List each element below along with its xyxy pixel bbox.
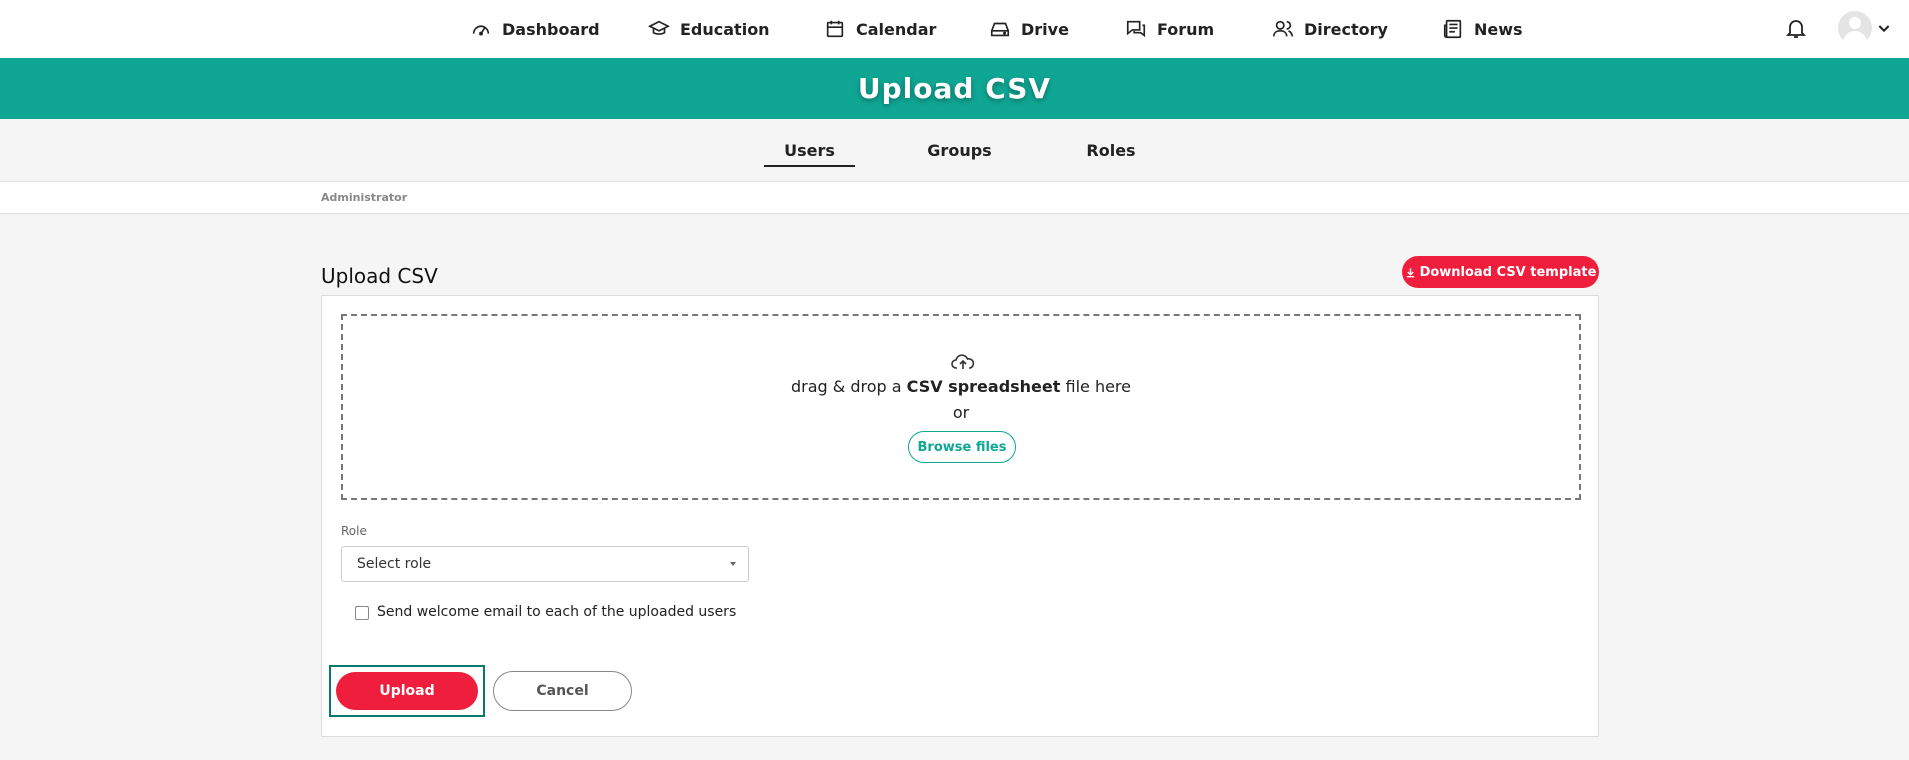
download-csv-template-button[interactable]: Download CSV template: [1402, 256, 1599, 288]
nav-forum-label: Forum: [1157, 19, 1215, 39]
download-csv-template-label: Download CSV template: [1419, 264, 1597, 280]
page-banner: Upload CSV: [0, 58, 1909, 119]
welcome-email-label[interactable]: Send welcome email to each of the upload…: [377, 604, 736, 620]
newspaper-icon: [1443, 19, 1462, 39]
account-menu[interactable]: [1838, 11, 1894, 45]
tab-groups[interactable]: Groups: [918, 119, 1001, 182]
nav-directory[interactable]: Directory: [1272, 0, 1388, 58]
cancel-button[interactable]: Cancel: [493, 671, 632, 711]
nav-drive[interactable]: Drive: [989, 0, 1069, 58]
tab-bar: Users Groups Roles: [0, 119, 1909, 182]
nav-dashboard-label: Dashboard: [502, 19, 600, 39]
upload-button[interactable]: Upload: [336, 672, 478, 710]
calendar-icon: [826, 20, 844, 38]
nav-calendar[interactable]: Calendar: [824, 0, 936, 58]
welcome-email-checkbox[interactable]: [355, 606, 369, 620]
nav-drive-label: Drive: [1021, 19, 1069, 39]
dashboard-gauge-icon: [472, 25, 490, 36]
page-title: Upload CSV: [321, 264, 438, 288]
nav-directory-label: Directory: [1304, 19, 1388, 39]
chevron-down-icon: [1878, 25, 1890, 33]
top-navigation: Dashboard Education Calendar Drive Forum…: [0, 0, 1909, 58]
tab-roles[interactable]: Roles: [1078, 119, 1144, 182]
drive-icon: [990, 22, 1010, 37]
dropzone-instructions: drag & drop a CSV spreadsheet file here: [791, 377, 1131, 396]
select-caret-icon: [730, 562, 736, 566]
nav-dashboard[interactable]: Dashboard: [470, 0, 600, 58]
breadcrumb[interactable]: Administrator: [321, 191, 407, 204]
tab-users[interactable]: Users: [764, 119, 855, 182]
role-select[interactable]: Select role: [341, 546, 749, 582]
file-dropzone[interactable]: drag & drop a CSV spreadsheet file here …: [341, 314, 1581, 500]
dropzone-or: or: [952, 403, 970, 422]
people-icon: [1273, 20, 1293, 37]
nav-news[interactable]: News: [1442, 0, 1523, 58]
bell-icon[interactable]: [1784, 16, 1808, 40]
user-avatar-icon: [1838, 11, 1872, 45]
nav-calendar-label: Calendar: [856, 19, 937, 39]
graduation-cap-icon: [648, 20, 670, 35]
breadcrumb-bar: Administrator: [0, 182, 1909, 214]
download-icon: [1406, 267, 1414, 277]
upload-form-card: drag & drop a CSV spreadsheet file here …: [321, 295, 1599, 737]
nav-news-label: News: [1474, 19, 1523, 39]
banner-title: Upload CSV: [857, 72, 1052, 105]
chat-bubbles-icon: [1126, 20, 1146, 38]
role-label: Role: [341, 524, 367, 538]
nav-education[interactable]: Education: [648, 0, 770, 58]
browse-files-button[interactable]: Browse files: [908, 431, 1016, 463]
nav-forum[interactable]: Forum: [1125, 0, 1214, 58]
role-select-value: Select role: [357, 556, 432, 572]
cloud-upload-icon: [951, 354, 975, 369]
nav-education-label: Education: [680, 19, 770, 39]
